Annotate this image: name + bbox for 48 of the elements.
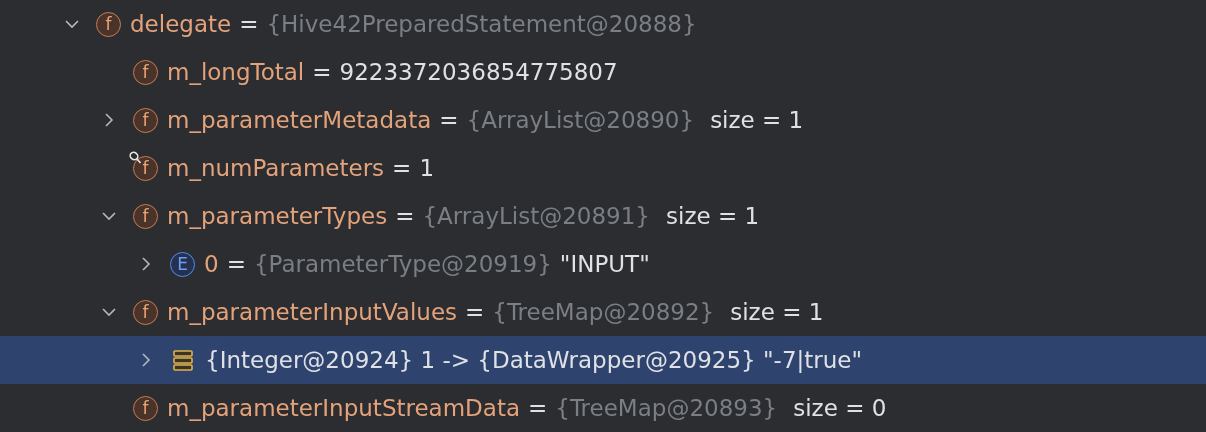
field-value: 1 [419,155,435,181]
type-reference: {Hive42PreparedStatement@20888} [266,11,697,37]
field-name: delegate [130,11,232,37]
field-badge: f [133,155,158,181]
tree-row[interactable]: f delegate = {Hive42PreparedStatement@20888} [0,0,1206,48]
type-reference: {ArrayList@20891} [422,203,650,229]
field-name: m_longTotal [167,59,305,85]
tree-row[interactable]: f m_parameterInputStreamData = {TreeMap@20893} size = 0 [0,384,1206,432]
equals-sign: = [312,59,332,85]
tree-row[interactable]: f m_parameterInputValues = {TreeMap@20892} size = 1 [0,288,1206,336]
equals-sign: = [528,395,548,421]
field-name: m_parameterInputStreamData [167,395,521,421]
type-reference: {ArrayList@20890} [466,107,695,133]
field-value: "INPUT" [559,251,650,277]
tree-row[interactable]: f m_numParameters = 1 [0,144,1206,192]
equals-sign: = [226,251,246,277]
tree-row[interactable]: {Integer@20924} 1 -> {DataWrapper@20925} "-7|true" [0,336,1206,384]
size-label: size = 1 [666,203,760,229]
field-name: m_parameterTypes [167,203,388,229]
field-name: m_numParameters [167,155,385,181]
tree-row[interactable]: E 0 = {ParameterType@20919} "INPUT" [0,240,1206,288]
enum-badge: E [170,251,195,277]
field-badge: f [133,299,158,325]
size-label: size = 1 [730,299,824,325]
field-value: 9223372036854775807 [339,59,618,85]
equals-sign: = [395,203,415,229]
size-label: size = 1 [710,107,804,133]
field-badge: f [96,11,121,37]
equals-sign: = [239,11,259,37]
type-reference: {TreeMap@20892} [492,299,715,325]
field-badge: f [133,395,158,421]
equals-sign: = [465,299,485,325]
field-badge: f [133,59,158,85]
type-reference: {TreeMap@20893} [555,395,778,421]
field-badge: f [133,107,158,133]
field-badge: f [133,203,158,229]
size-label: size = 0 [793,395,887,421]
entry-text: {Integer@20924} 1 -> {DataWrapper@20925} "-7|true" [205,347,863,373]
tree-row[interactable]: f m_longTotal = 9223372036854775807 [0,48,1206,96]
tree-row[interactable]: f m_parameterMetadata = {ArrayList@20890} size = 1 [0,96,1206,144]
stacked-bars-icon [170,348,195,372]
field-name: 0 [204,251,219,277]
type-reference: {ParameterType@20919} [253,251,552,277]
field-name: m_parameterMetadata [167,107,432,133]
field-name: m_parameterInputValues [167,299,458,325]
equals-sign: = [439,107,459,133]
equals-sign: = [392,155,412,181]
tree-row[interactable]: f m_parameterTypes = {ArrayList@20891} size = 1 [0,192,1206,240]
